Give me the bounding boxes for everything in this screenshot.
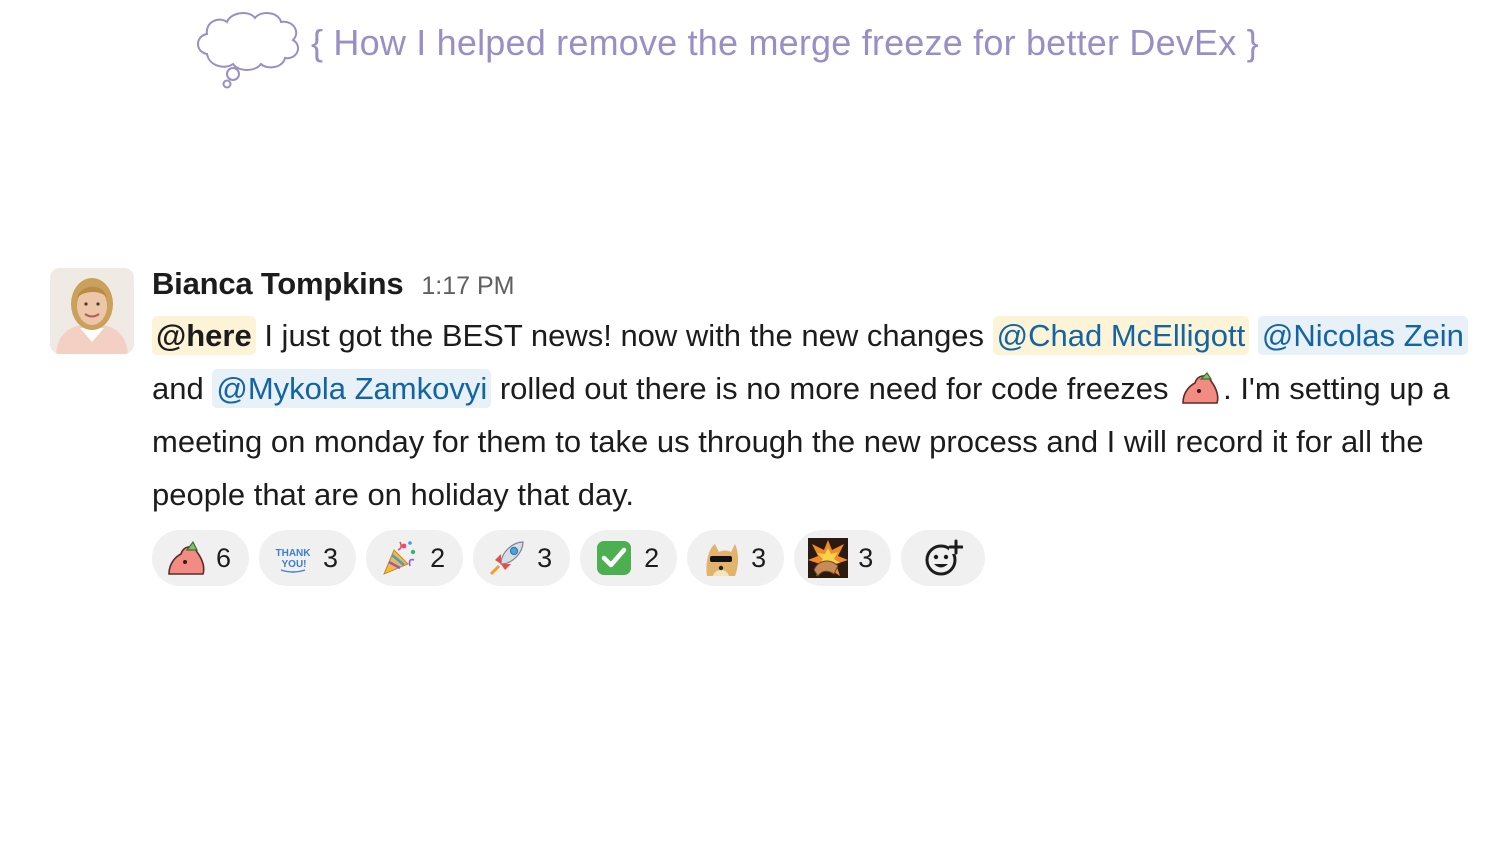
reaction-check-mark[interactable]: 2 <box>580 530 678 586</box>
thought-cloud-icon <box>197 12 300 89</box>
party-blob-icon <box>168 540 205 575</box>
check-mark-icon <box>597 541 632 575</box>
reaction-explosion[interactable]: 3 <box>794 530 892 586</box>
sender-name[interactable]: Bianca Tompkins <box>152 266 404 302</box>
mention-nicolas[interactable]: @Nicolas Zein <box>1257 316 1468 355</box>
mention-mykola[interactable]: @Mykola Zamkovyi <box>212 369 492 408</box>
title-banner: { How I helped remove the merge freeze f… <box>193 8 1259 92</box>
reaction-count: 3 <box>323 542 339 573</box>
avatar[interactable] <box>50 268 134 354</box>
reaction-count: 6 <box>216 542 232 573</box>
message-text: and <box>152 371 213 406</box>
reaction-count: 2 <box>430 542 446 573</box>
message-text: rolled out there is no more need for cod… <box>491 371 1178 406</box>
message-body: @here I just got the BEST news! now with… <box>152 309 1482 521</box>
doge-sunglasses-icon <box>706 544 739 576</box>
svg-text:THANK: THANK <box>276 548 312 559</box>
message-text <box>1249 318 1258 353</box>
reaction-doge[interactable]: 3 <box>687 530 785 586</box>
here-mention[interactable]: @here <box>152 316 256 355</box>
reaction-count: 3 <box>751 542 767 573</box>
add-reaction-button[interactable] <box>901 530 986 586</box>
message-header: Bianca Tompkins 1:17 PM <box>152 266 1482 310</box>
timestamp[interactable]: 1:17 PM <box>421 272 514 301</box>
reaction-count: 3 <box>537 542 553 573</box>
page-title: { How I helped remove the merge freeze f… <box>311 22 1259 63</box>
reaction-rocket[interactable]: 3 <box>473 530 571 586</box>
reaction-count: 2 <box>644 542 660 573</box>
party-popper-icon <box>383 541 416 575</box>
reaction-thank-you[interactable]: THANK YOU! 3 <box>259 530 357 586</box>
reaction-party-blob[interactable]: 6 <box>152 530 250 586</box>
reaction-party-popper[interactable]: 2 <box>366 530 464 586</box>
message: Bianca Tompkins 1:17 PM @here I just got… <box>152 266 1482 521</box>
party-blob-icon <box>1182 372 1219 404</box>
rocket-icon <box>490 541 524 576</box>
add-emoji-icon <box>925 539 964 576</box>
thank-you-icon: THANK YOU! <box>276 548 312 573</box>
reaction-count: 3 <box>858 542 874 573</box>
explosion-fist-icon <box>808 538 849 578</box>
message-text: I just got the BEST news! now with the n… <box>255 318 993 353</box>
svg-text:YOU!: YOU! <box>282 559 307 570</box>
reaction-bar: 6 THANK YOU! 3 2 3 2 3 3 <box>152 530 986 586</box>
mention-chad[interactable]: @Chad McElligott <box>992 316 1250 355</box>
